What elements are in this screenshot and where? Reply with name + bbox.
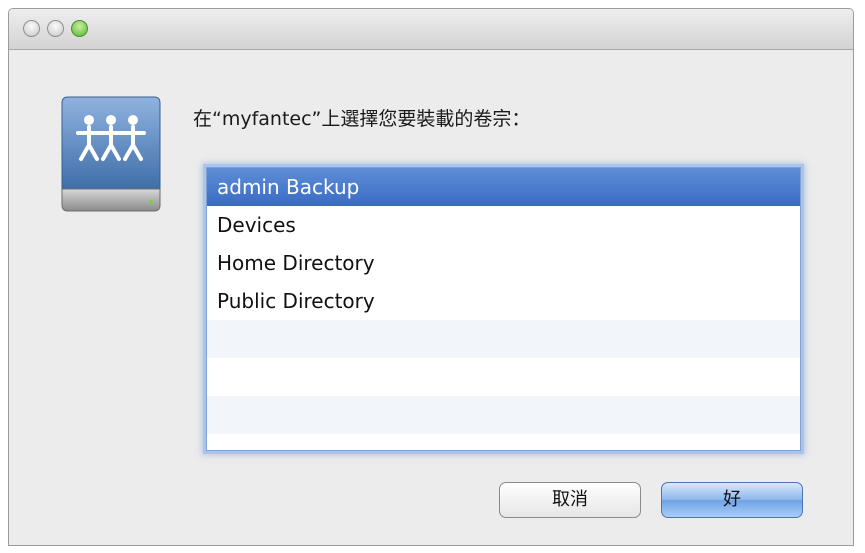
volume-list[interactable]: admin Backup Devices Home Directory Publ… bbox=[206, 167, 801, 451]
volume-row-admin-backup[interactable]: admin Backup bbox=[207, 168, 800, 206]
volume-row-home-directory[interactable]: Home Directory bbox=[207, 244, 800, 282]
empty-row bbox=[207, 358, 800, 396]
empty-row bbox=[207, 434, 800, 450]
zoom-button[interactable] bbox=[71, 20, 88, 37]
title-bar[interactable] bbox=[9, 9, 853, 50]
cancel-button[interactable]: 取消 bbox=[499, 482, 641, 518]
empty-row bbox=[207, 320, 800, 358]
close-button[interactable] bbox=[23, 20, 40, 37]
empty-row bbox=[207, 396, 800, 434]
volume-row-devices[interactable]: Devices bbox=[207, 206, 800, 244]
mount-volume-dialog: 在“myfantec”上選擇您要裝載的卷宗： admin Backup Devi… bbox=[8, 8, 854, 546]
minimize-button[interactable] bbox=[47, 20, 64, 37]
prompt-label: 在“myfantec”上選擇您要裝載的卷宗： bbox=[193, 108, 531, 130]
volume-row-public-directory[interactable]: Public Directory bbox=[207, 282, 800, 320]
network-drive-icon bbox=[61, 96, 161, 212]
ok-button[interactable]: 好 bbox=[661, 482, 803, 518]
